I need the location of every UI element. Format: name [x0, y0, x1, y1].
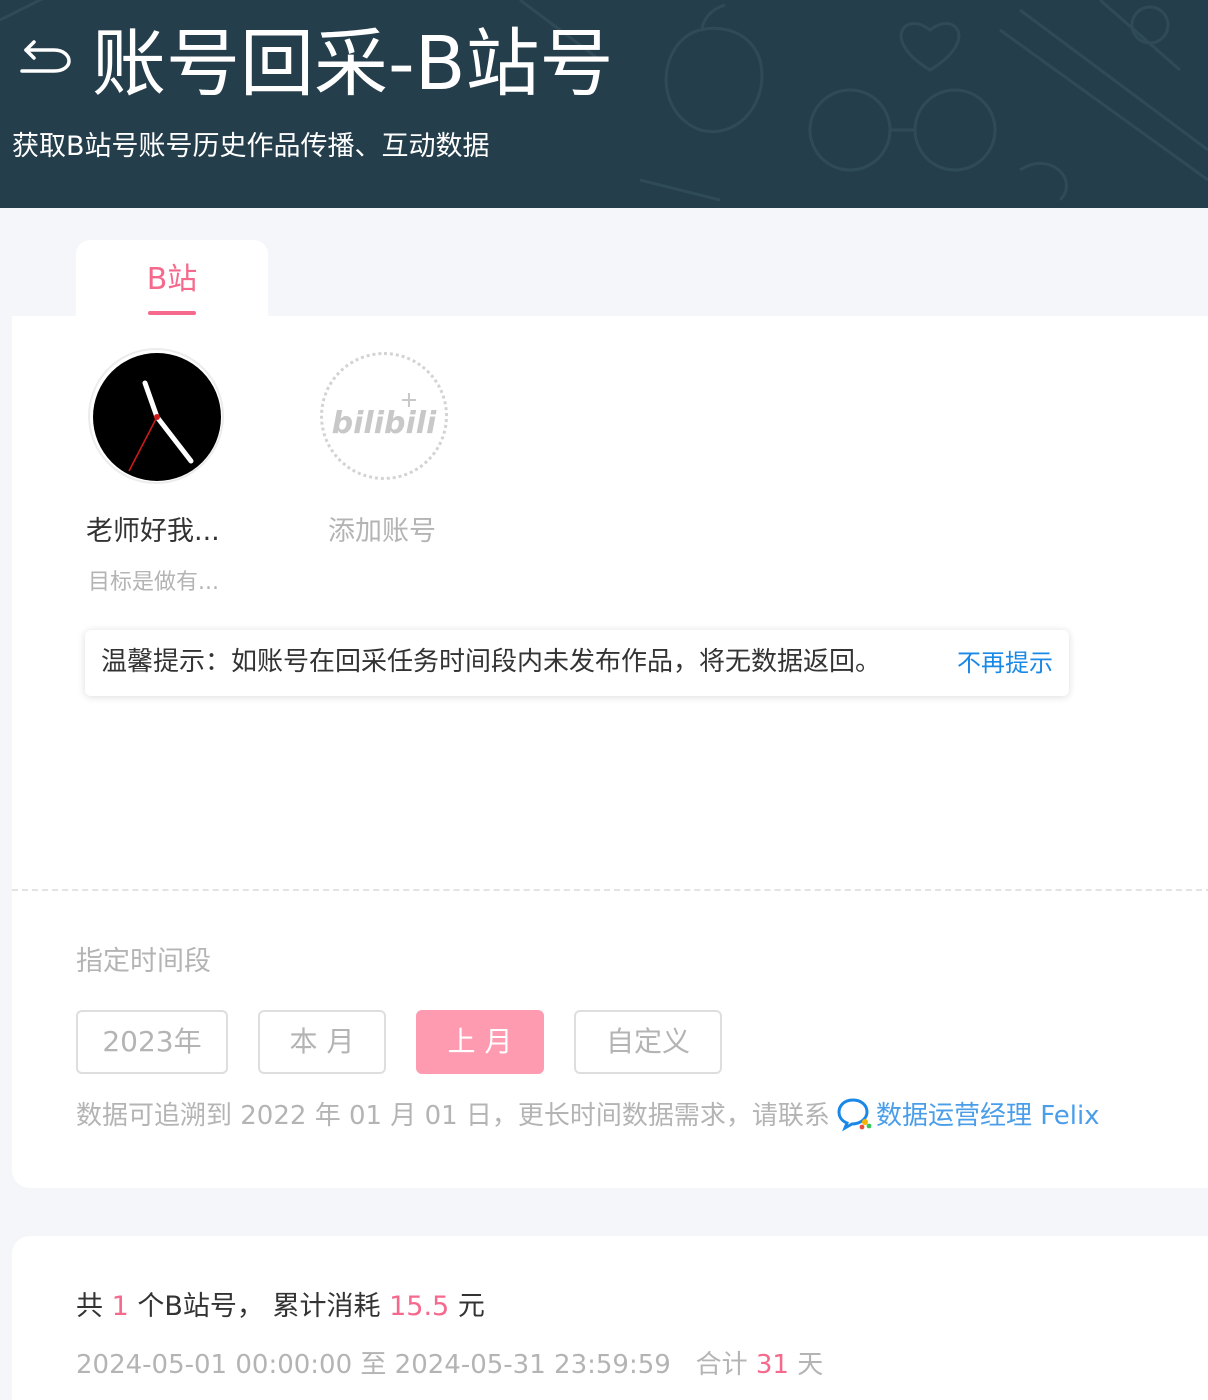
dismiss-tip-link[interactable]: 不再提示: [957, 646, 1053, 680]
tab-bilibili[interactable]: B站: [76, 240, 268, 320]
period-option-last-month[interactable]: 上 月: [416, 1010, 544, 1074]
tab-active-indicator: [148, 311, 196, 315]
period-option-2023[interactable]: 2023年: [76, 1010, 228, 1074]
date-range-line: 2024-05-01 00:00:00 至 2024-05-31 23:59:5…: [76, 1346, 823, 1384]
days-value: 31: [755, 1350, 789, 1380]
page-title: 账号回采-B站号: [92, 21, 614, 107]
account-count: 1: [111, 1291, 129, 1322]
date-range: 2024-05-01 00:00:00 至 2024-05-31 23:59:5…: [76, 1350, 671, 1380]
period-label: 指定时间段: [76, 946, 211, 977]
account-name: 老师好我...: [86, 516, 220, 547]
clock-avatar-icon: [93, 353, 221, 481]
page-subtitle: 获取B站号账号历史作品传播、互动数据: [12, 131, 490, 162]
bilibili-logo-icon: bilibili: [332, 393, 437, 441]
contact-manager-link[interactable]: 数据运营经理 Felix: [876, 1101, 1100, 1131]
period-option-this-month[interactable]: 本 月: [258, 1010, 386, 1074]
summary-panel: 共 1 个B站号， 累计消耗 15.5 元 2024-05-01 00:00:0…: [12, 1236, 1208, 1400]
trace-note-text: 数据可追溯到 2022 年 01 月 01 日，更长时间数据需求，请联系: [76, 1101, 830, 1131]
account-panel: 老师好我... 目标是做有... bilibili 添加账号 温馨提示：如账号在…: [12, 316, 1208, 1188]
add-account-label: 添加账号: [328, 516, 436, 547]
tab-label: B站: [146, 262, 198, 297]
account-description: 目标是做有...: [88, 570, 219, 595]
page-header: 账号回采-B站号 获取B站号账号历史作品传播、互动数据: [0, 0, 1208, 208]
days-unit: 天: [797, 1350, 824, 1380]
cost-unit: 元: [457, 1291, 485, 1322]
chat-bubble-icon: [837, 1098, 872, 1132]
summary-prefix: 共: [76, 1291, 103, 1322]
cost-value: 15.5: [389, 1291, 450, 1322]
section-divider: [12, 889, 1208, 891]
period-option-custom[interactable]: 自定义: [574, 1010, 722, 1074]
days-label: 合计: [695, 1350, 748, 1380]
count-suffix: 个B站号，: [137, 1291, 264, 1322]
data-trace-note: 数据可追溯到 2022 年 01 月 01 日，更长时间数据需求，请联系 数据运…: [76, 1096, 1100, 1132]
back-arrow-icon[interactable]: [14, 30, 74, 80]
tip-notice: 温馨提示：如账号在回采任务时间段内未发布作品，将无数据返回。 不再提示: [85, 630, 1069, 696]
avatar: [88, 348, 224, 484]
add-account-circle: bilibili: [320, 352, 448, 480]
tip-text: 温馨提示：如账号在回采任务时间段内未发布作品，将无数据返回。: [101, 647, 882, 677]
cost-label: 累计消耗: [272, 1291, 381, 1322]
summary-line: 共 1 个B站号， 累计消耗 15.5 元: [76, 1288, 485, 1326]
bilibili-logo-text: bilibili: [332, 406, 437, 441]
